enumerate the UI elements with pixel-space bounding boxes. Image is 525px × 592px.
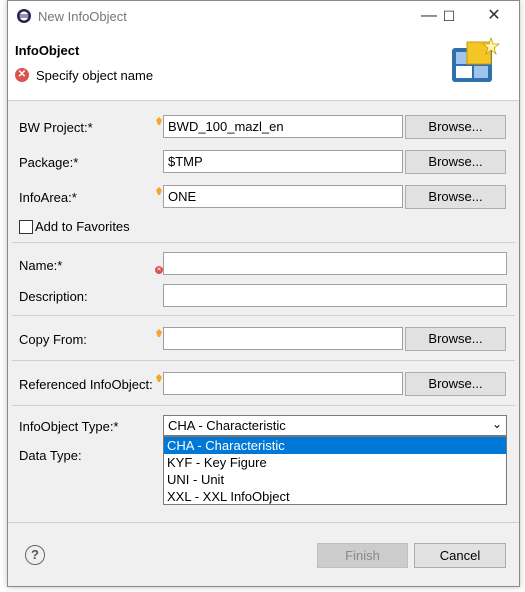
package-label: Package:* — [19, 155, 79, 170]
description-label: Description: — [19, 289, 88, 304]
description-field[interactable] — [163, 284, 507, 307]
copy-from-browse-button[interactable]: Browse... — [405, 327, 506, 351]
option-cha[interactable]: CHA - Characteristic — [164, 437, 506, 454]
chevron-down-icon[interactable]: ⌄ — [492, 417, 502, 431]
package-browse-button[interactable]: Browse... — [405, 150, 506, 174]
eclipse-app-icon — [17, 9, 31, 23]
name-label: Name:* — [19, 258, 63, 273]
finish-button[interactable]: Finish — [317, 543, 408, 568]
infoarea-field[interactable]: ONE — [163, 185, 403, 208]
wizard-message: Specify object name — [36, 68, 154, 83]
infoarea-label: InfoArea:* — [19, 190, 77, 205]
dialog-window: New InfoObject — ☐ ✕ InfoObject ✕ Specif… — [7, 0, 520, 587]
content-assist-hint-icon — [156, 183, 162, 195]
error-icon: ✕ — [15, 68, 29, 82]
bw-project-browse-button[interactable]: Browse... — [405, 115, 506, 139]
close-button[interactable]: ✕ — [478, 5, 510, 27]
referenced-infoobject-label: Referenced InfoObject: — [19, 377, 153, 392]
name-field[interactable] — [163, 252, 507, 275]
add-to-favorites-label: Add to Favorites — [35, 219, 130, 234]
wizard-title: InfoObject — [15, 43, 80, 58]
separator — [12, 242, 515, 243]
separator — [8, 522, 519, 523]
separator — [12, 315, 515, 316]
package-field[interactable]: $TMP — [163, 150, 403, 173]
infoobject-type-listbox: CHA - Characteristic KYF - Key Figure UN… — [163, 436, 507, 505]
referenced-infoobject-field[interactable] — [163, 372, 403, 395]
option-kyf[interactable]: KYF - Key Figure — [164, 454, 506, 471]
name-error-icon: ✕ — [155, 266, 163, 274]
cancel-button[interactable]: Cancel — [414, 543, 506, 568]
bw-project-field[interactable]: BWD_100_mazl_en — [163, 115, 403, 138]
content-assist-hint-icon — [156, 370, 162, 382]
add-to-favorites-checkbox[interactable] — [19, 220, 33, 234]
referenced-infoobject-browse-button[interactable]: Browse... — [405, 372, 506, 396]
copy-from-field[interactable] — [163, 327, 403, 350]
content-assist-hint-icon — [156, 325, 162, 337]
copy-from-label: Copy From: — [19, 332, 87, 347]
bw-project-label: BW Project:* — [19, 120, 93, 135]
infoobject-type-label: InfoObject Type:* — [19, 419, 119, 434]
option-uni[interactable]: UNI - Unit — [164, 471, 506, 488]
help-icon[interactable]: ? — [25, 545, 45, 565]
separator — [12, 360, 515, 361]
content-assist-hint-icon — [156, 113, 162, 125]
window-title: New InfoObject — [38, 9, 127, 24]
title-bar: New InfoObject — ☐ ✕ — [8, 1, 519, 32]
separator — [12, 405, 515, 406]
infoobject-wizard-icon — [452, 36, 501, 82]
infoobject-type-select[interactable]: CHA - Characteristic ⌄ — [163, 415, 507, 436]
infoobject-type-selected-value: CHA - Characteristic — [168, 418, 286, 433]
infoarea-browse-button[interactable]: Browse... — [405, 185, 506, 209]
maximize-button[interactable]: ☐ — [433, 5, 465, 27]
option-xxl[interactable]: XXL - XXL InfoObject — [164, 488, 506, 505]
wizard-header: InfoObject ✕ Specify object name — [8, 32, 519, 101]
data-type-label: Data Type: — [19, 448, 82, 463]
